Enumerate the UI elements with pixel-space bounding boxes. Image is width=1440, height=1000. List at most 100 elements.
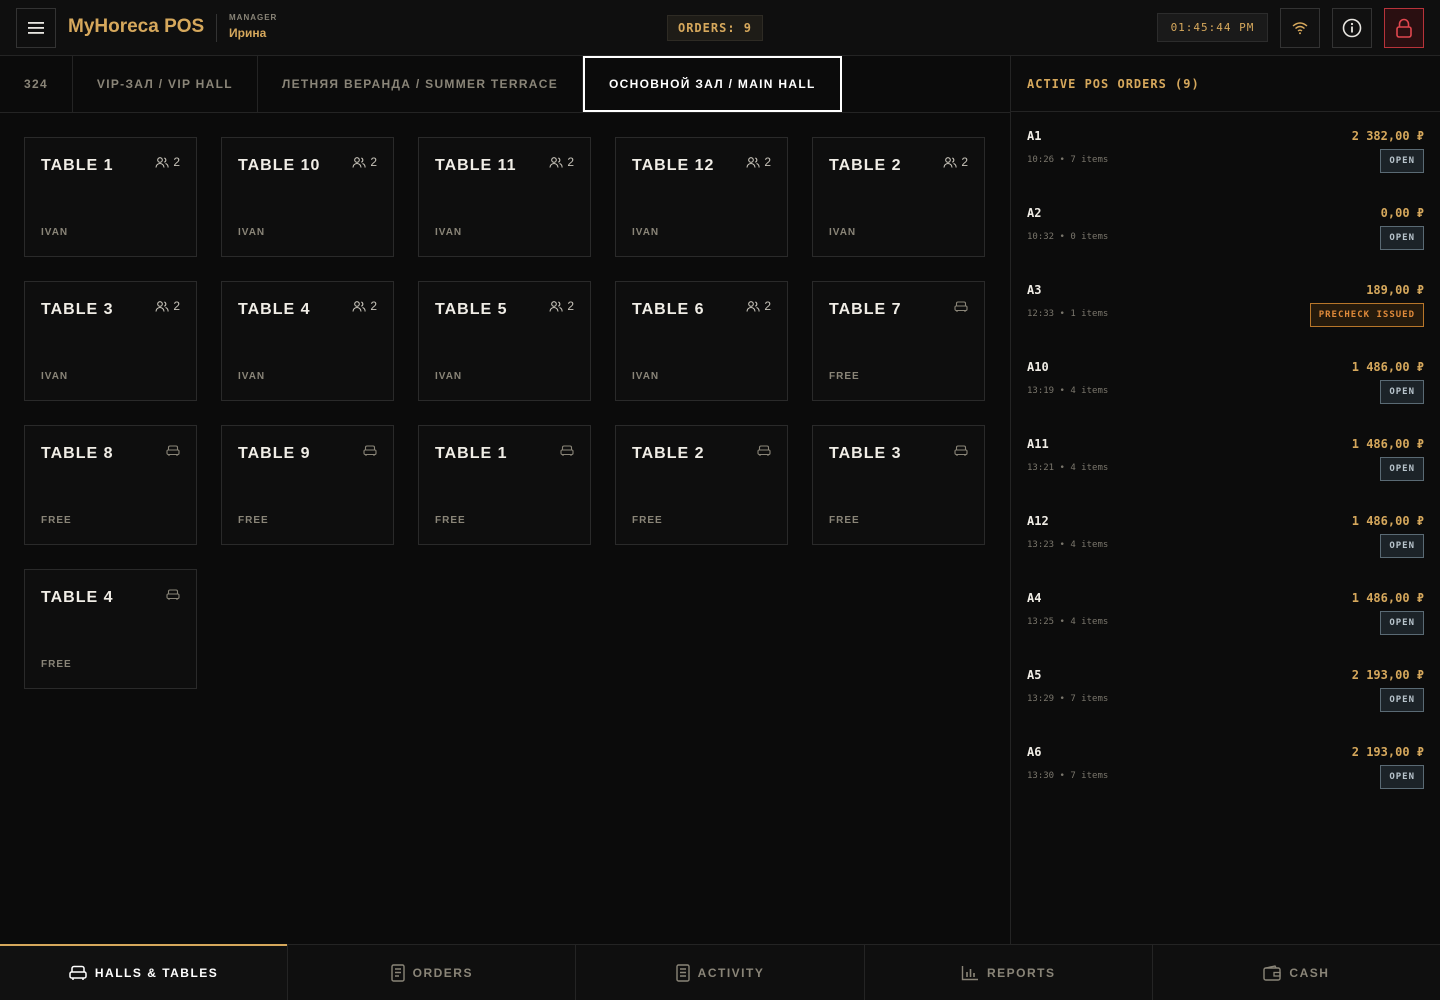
table-waiter: IVAN: [829, 227, 857, 238]
nav-label: REPORTS: [986, 965, 1056, 980]
bottom-nav: HALLS & TABLES ORDERS ACTIVITY REPORTS C…: [0, 944, 1440, 1000]
order-row[interactable]: A4 13:25 • 4 items 1 486,00 ₽ OPEN: [1027, 574, 1424, 651]
guest-count: 2: [764, 299, 771, 313]
order-row[interactable]: A11 13:21 • 4 items 1 486,00 ₽ OPEN: [1027, 420, 1424, 497]
table-waiter: IVAN: [435, 227, 463, 238]
wifi-button[interactable]: [1280, 8, 1320, 48]
table-card[interactable]: TABLE 2 FREE: [615, 425, 788, 545]
order-row[interactable]: A2 10:32 • 0 items 0,00 ₽ OPEN: [1027, 189, 1424, 266]
order-row[interactable]: A6 13:30 • 7 items 2 193,00 ₽ OPEN: [1027, 728, 1424, 805]
table-name: TABLE 3: [41, 301, 114, 318]
order-id: A1: [1027, 129, 1042, 143]
table-card[interactable]: TABLE 1 FREE: [418, 425, 591, 545]
table-card[interactable]: TABLE 8 FREE: [24, 425, 197, 545]
order-amount: 2 193,00 ₽: [1351, 745, 1424, 759]
order-row[interactable]: A5 13:29 • 7 items 2 193,00 ₽ OPEN: [1027, 651, 1424, 728]
order-meta: 13:25 • 4 items: [1027, 617, 1109, 627]
tab-summer-terrace[interactable]: ЛЕТНЯЯ ВЕРАНДА / SUMMER TERRACE: [258, 56, 584, 112]
tab-main-hall[interactable]: ОСНОВНОЙ ЗАЛ / MAIN HALL: [583, 56, 842, 112]
nav-label: ACTIVITY: [697, 965, 765, 980]
table-card[interactable]: TABLE 1 2 IVAN: [24, 137, 197, 257]
hall-tabs: 324 VIP-ЗАЛ / VIP HALL ЛЕТНЯЯ ВЕРАНДА / …: [0, 56, 1010, 113]
table-card[interactable]: TABLE 11 2 IVAN: [418, 137, 591, 257]
guest-count: 2: [370, 299, 377, 313]
table-card[interactable]: TABLE 4 2 IVAN: [221, 281, 394, 401]
user-name: Ирина: [229, 26, 267, 40]
table-name: TABLE 3: [829, 445, 902, 462]
orders-count-badge[interactable]: ORDERS: 9: [667, 15, 763, 41]
order-id: A11: [1027, 437, 1049, 451]
table-card[interactable]: TABLE 9 FREE: [221, 425, 394, 545]
table-name: TABLE 4: [41, 589, 114, 606]
order-amount: 1 486,00 ₽: [1351, 514, 1424, 528]
nav-cash[interactable]: CASH: [1153, 945, 1440, 1000]
order-status-badge: OPEN: [1380, 149, 1424, 173]
table-name: TABLE 9: [238, 445, 311, 462]
table-waiter: IVAN: [41, 371, 69, 382]
table-guests: 2: [549, 299, 574, 313]
table-name: TABLE 8: [41, 445, 114, 462]
table-card[interactable]: TABLE 6 2 IVAN: [615, 281, 788, 401]
armchair-icon: [363, 444, 377, 462]
receipt-icon: [390, 963, 405, 982]
order-row[interactable]: A10 13:19 • 4 items 1 486,00 ₽ OPEN: [1027, 343, 1424, 420]
table-guests: 2: [155, 155, 180, 169]
order-amount: 1 486,00 ₽: [1351, 437, 1424, 451]
order-meta: 10:26 • 7 items: [1027, 155, 1109, 165]
table-card[interactable]: TABLE 10 2 IVAN: [221, 137, 394, 257]
guests-icon: [746, 300, 760, 312]
table-card[interactable]: TABLE 2 2 IVAN: [812, 137, 985, 257]
table-card[interactable]: TABLE 7 FREE: [812, 281, 985, 401]
tab-hall-324[interactable]: 324: [0, 56, 73, 112]
order-status-badge: OPEN: [1380, 611, 1424, 635]
table-guests: 2: [943, 155, 968, 169]
table-card[interactable]: TABLE 5 2 IVAN: [418, 281, 591, 401]
nav-reports[interactable]: REPORTS: [865, 945, 1153, 1000]
table-status: FREE: [41, 659, 72, 670]
table-status: FREE: [435, 515, 466, 526]
armchair-icon: [166, 444, 180, 462]
table-card[interactable]: TABLE 4 FREE: [24, 569, 197, 689]
tab-vip-hall[interactable]: VIP-ЗАЛ / VIP HALL: [73, 56, 258, 112]
guests-icon: [549, 156, 563, 168]
order-status-badge: OPEN: [1380, 765, 1424, 789]
table-card[interactable]: TABLE 3 2 IVAN: [24, 281, 197, 401]
table-guests: 2: [746, 155, 771, 169]
order-row[interactable]: A1 10:26 • 7 items 2 382,00 ₽ OPEN: [1027, 112, 1424, 189]
nav-halls-tables[interactable]: HALLS & TABLES: [0, 944, 289, 1000]
order-status-badge: OPEN: [1380, 534, 1424, 558]
table-name: TABLE 11: [435, 157, 517, 174]
table-guests: 2: [746, 299, 771, 313]
guest-count: 2: [764, 155, 771, 169]
lock-button[interactable]: [1384, 8, 1424, 48]
guests-icon: [549, 300, 563, 312]
info-button[interactable]: [1332, 8, 1372, 48]
order-row[interactable]: A12 13:23 • 4 items 1 486,00 ₽ OPEN: [1027, 497, 1424, 574]
table-status: FREE: [41, 515, 72, 526]
guests-icon: [352, 156, 366, 168]
order-id: A4: [1027, 591, 1042, 605]
table-name: TABLE 6: [632, 301, 705, 318]
nav-activity[interactable]: ACTIVITY: [576, 945, 865, 1000]
info-icon: [1342, 18, 1362, 38]
table-card[interactable]: TABLE 12 2 IVAN: [615, 137, 788, 257]
table-card[interactable]: TABLE 3 FREE: [812, 425, 985, 545]
guest-count: 2: [173, 299, 180, 313]
table-waiter: IVAN: [632, 227, 660, 238]
app-brand: MyHoreca POS: [68, 16, 205, 37]
menu-button[interactable]: [16, 8, 56, 48]
document-icon: [675, 963, 690, 982]
nav-label: HALLS & TABLES: [94, 965, 219, 980]
nav-orders[interactable]: ORDERS: [288, 945, 577, 1000]
guests-icon: [155, 156, 169, 168]
table-name: TABLE 1: [41, 157, 114, 174]
order-status-badge: OPEN: [1380, 226, 1424, 250]
order-row[interactable]: A3 12:33 • 1 items 189,00 ₽ PRECHECK ISS…: [1027, 266, 1424, 343]
order-status-badge: PRECHECK ISSUED: [1309, 303, 1424, 327]
table-guests: 2: [549, 155, 574, 169]
panel-title: ACTIVE POS ORDERS (9): [1011, 56, 1440, 112]
order-meta: 12:33 • 1 items: [1027, 309, 1109, 319]
wallet-icon: [1263, 964, 1282, 981]
order-amount: 189,00 ₽: [1366, 283, 1424, 297]
table-waiter: IVAN: [632, 371, 660, 382]
